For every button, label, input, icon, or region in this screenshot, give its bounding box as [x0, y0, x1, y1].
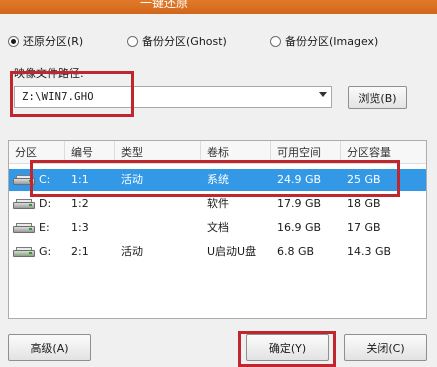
cell-drive: E:: [39, 221, 50, 234]
cell-size: 14.3 GB: [347, 245, 392, 258]
cell-type: 活动: [121, 245, 143, 258]
browse-button[interactable]: 浏览(B): [348, 86, 407, 109]
radio-restore[interactable]: 还原分区(R): [8, 33, 83, 49]
cell-number: 1:3: [71, 221, 89, 234]
title-bar: 一键还原: [0, 0, 437, 14]
cell-label: 文档: [207, 221, 229, 234]
table-row[interactable]: G: 2:1 活动 U启动U盘 6.8 GB 14.3 GB: [9, 241, 426, 263]
radio-restore-indicator[interactable]: [8, 35, 19, 47]
chevron-down-icon[interactable]: [319, 92, 327, 97]
radio-backup-imagex-indicator[interactable]: [270, 35, 281, 47]
hard-disk-icon: [13, 199, 35, 209]
radio-backup-imagex-label: 备份分区(Imagex): [285, 35, 379, 48]
radio-backup-ghost[interactable]: 备份分区(Ghost): [127, 33, 227, 49]
cell-drive: G:: [39, 245, 52, 258]
radio-backup-imagex[interactable]: 备份分区(Imagex): [270, 33, 378, 49]
radio-backup-ghost-indicator[interactable]: [127, 35, 138, 47]
partition-c-highlight-box: [30, 160, 400, 197]
cell-free: 6.8 GB: [277, 245, 315, 258]
usb-disk-icon: [13, 247, 35, 257]
cell-number: 2:1: [71, 245, 89, 258]
table-row[interactable]: E: 1:3 文档 16.9 GB 17 GB: [9, 217, 426, 239]
cell-free: 16.9 GB: [277, 221, 322, 234]
cell-size: 17 GB: [347, 221, 381, 234]
radio-backup-ghost-label: 备份分区(Ghost): [142, 35, 227, 48]
cell-label: U启动U盘: [207, 245, 257, 258]
window-title: 一键还原: [140, 0, 189, 10]
image-path-highlight-box: [10, 71, 134, 117]
radio-restore-label: 还原分区(R): [23, 35, 84, 48]
advanced-button[interactable]: 高级(A): [8, 334, 91, 361]
ok-button-highlight-box: [238, 331, 336, 367]
close-button[interactable]: 关闭(C): [344, 334, 427, 361]
hard-disk-icon: [13, 223, 35, 233]
